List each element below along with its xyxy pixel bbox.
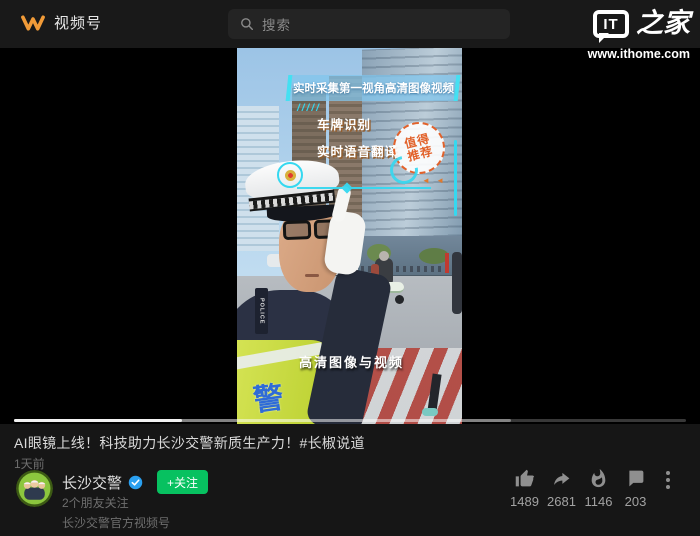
like-count: 1489 (510, 494, 539, 509)
comment-count: 203 (625, 494, 647, 509)
author-description: 长沙交警官方视频号 (62, 514, 170, 531)
video-player[interactable]: 警 POLICE 实时采集第一视角高清图像视频 ///// 车牌 (0, 48, 700, 424)
ithome-logo: IT 之家 www.ithome.com (588, 10, 690, 61)
verified-badge-icon (128, 475, 143, 490)
share-count: 2681 (547, 494, 576, 509)
video-frame: 警 POLICE 实时采集第一视角高清图像视频 ///// 车牌 (237, 48, 462, 424)
vest-police-character: 警 (250, 372, 286, 420)
dot (666, 478, 670, 482)
ithome-zhijia-text: 之家 (636, 10, 690, 38)
overlay-feature-1: 车牌识别 (317, 114, 371, 134)
scooter-wheel (395, 295, 404, 304)
like-button[interactable]: 1489 (506, 468, 543, 509)
app-title: 视频号 (54, 12, 102, 33)
avatar-image (16, 470, 53, 507)
search-icon (240, 17, 254, 31)
overlay-banner: 实时采集第一视角高清图像视频 (286, 75, 461, 101)
overlay-vertical-accent (454, 140, 457, 216)
overlay-connector-line (297, 187, 431, 189)
pedestrian-shoe (422, 408, 438, 416)
hot-count: 1146 (585, 494, 613, 509)
overlay-caption: 高清图像与视频 (299, 352, 404, 372)
search-placeholder: 搜索 (262, 14, 291, 34)
video-progress-bar[interactable] (14, 419, 686, 422)
officer-mouth (305, 274, 319, 277)
search-input[interactable]: 搜索 (228, 9, 510, 39)
overlay-feature-2: 实时语音翻译 (317, 141, 398, 161)
ithome-it-bubble-icon: IT (593, 10, 629, 38)
overlay-highlight-ring (277, 162, 303, 188)
comment-bubble-icon (625, 468, 646, 489)
bystander (452, 252, 462, 314)
more-options-button[interactable] (658, 469, 678, 491)
author-name[interactable]: 长沙交警 (62, 472, 122, 493)
hot-button[interactable]: 1146 (580, 468, 617, 509)
police-label: POLICE (259, 298, 265, 324)
channels-brand[interactable]: 视频号 (20, 12, 102, 33)
comment-button[interactable]: 203 (617, 468, 654, 509)
video-progress-played (14, 419, 182, 422)
friends-follow-note: 2个朋友关注 (62, 494, 129, 511)
engagement-actions: 1489 2681 1146 203 (506, 468, 678, 509)
post-time: 1天前 (14, 455, 45, 472)
follow-button[interactable]: +关注 (157, 470, 208, 494)
overlay-slashes: ///// (297, 103, 321, 114)
author-name-row: 长沙交警 +关注 (62, 470, 208, 494)
police-patch: POLICE (255, 288, 268, 334)
wechat-channels-icon (20, 13, 46, 33)
glasses-lens (283, 220, 312, 240)
page: 视频号 搜索 IT 之家 www.ithome.com (0, 0, 700, 536)
overlay-arrow-marks: ◄ ◄ (422, 176, 446, 185)
flame-icon (588, 468, 609, 489)
share-button[interactable]: 2681 (543, 468, 580, 509)
post-title: AI眼镜上线！科技助力长沙交警新质生产力！#长椒说道 (14, 433, 365, 453)
dot (666, 471, 670, 475)
dot (666, 485, 670, 489)
red-banner (445, 253, 449, 273)
post-info: AI眼镜上线！科技助力长沙交警新质生产力！#长椒说道 1天前 长沙交警 +关注 (0, 424, 700, 536)
author-avatar[interactable] (16, 470, 53, 507)
thumbs-up-icon (514, 468, 535, 489)
overlay-banner-text: 实时采集第一视角高清图像视频 (293, 80, 454, 96)
share-arrow-icon (551, 468, 572, 489)
ithome-url: www.ithome.com (588, 47, 690, 61)
